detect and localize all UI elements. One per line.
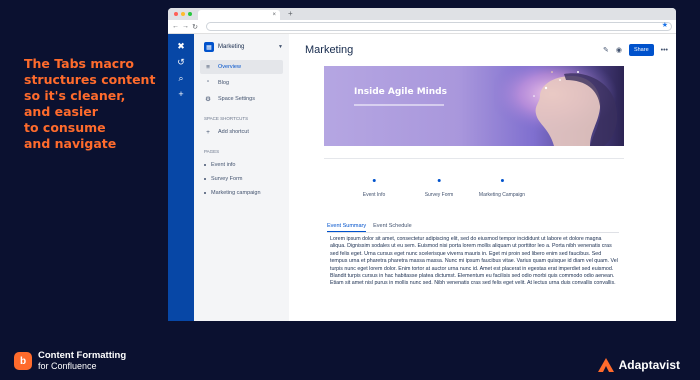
page-link-label: Event info xyxy=(211,162,236,168)
step-marketing-campaign[interactable]: Marketing Campaign xyxy=(479,179,525,198)
bullet-icon xyxy=(204,192,206,194)
sidebar-item-label: Space Settings xyxy=(218,96,255,102)
step-navigation: Event Info Survey Form Marketing Campaig… xyxy=(344,179,604,209)
plus-icon: + xyxy=(206,128,210,136)
headline: The Tabs macro structures content so it'… xyxy=(24,56,164,152)
headline-line: to consume xyxy=(24,120,106,135)
sidebar-item-label: Overview xyxy=(218,64,241,70)
hero-banner: Inside Agile Minds xyxy=(324,66,624,146)
bookmark-star-icon[interactable]: ★ xyxy=(662,21,668,29)
forward-icon[interactable]: → xyxy=(182,23,189,30)
hero-title: Inside Agile Minds xyxy=(354,87,447,97)
watch-eye-icon[interactable]: ◉ xyxy=(616,46,622,54)
shortcuts-header: SPACE SHORTCUTS xyxy=(204,116,249,121)
space-sidebar: ▦ Marketing ▼ ≡ Overview ” Blog ⚙ Space … xyxy=(194,34,289,321)
headline-line: structures content xyxy=(24,72,156,87)
url-input[interactable]: ★ xyxy=(206,22,672,31)
close-window-icon[interactable] xyxy=(174,12,178,16)
quote-icon: ” xyxy=(206,79,210,87)
bullet-icon xyxy=(204,164,206,166)
product-name: Content Formatting xyxy=(38,350,127,361)
maximize-window-icon[interactable] xyxy=(188,12,192,16)
step-dot-icon xyxy=(437,179,441,182)
add-shortcut-button[interactable]: + Add shortcut xyxy=(200,125,283,139)
step-survey-form[interactable]: Survey Form xyxy=(424,179,454,198)
page-content: Marketing ✎ ◉ Share ••• Inside Agile Min… xyxy=(289,34,676,321)
face-illustration xyxy=(494,66,624,146)
page-link-marketing-campaign[interactable]: Marketing campaign xyxy=(200,186,283,200)
browser-tab[interactable]: × xyxy=(198,10,280,20)
page-link-survey-form[interactable]: Survey Form xyxy=(200,172,283,186)
company-brand: Adaptavist xyxy=(597,358,680,372)
confluence-logo-icon[interactable]: ✖ xyxy=(176,42,186,51)
more-actions-icon[interactable]: ••• xyxy=(661,47,668,54)
company-name: Adaptavist xyxy=(618,358,680,372)
new-tab-icon[interactable]: + xyxy=(288,9,293,18)
browser-tab-bar: × + xyxy=(168,8,676,20)
divider xyxy=(324,158,624,159)
pages-header: PAGES xyxy=(204,149,220,154)
sidebar-item-space-settings[interactable]: ⚙ Space Settings xyxy=(200,92,283,106)
step-label: Event Info xyxy=(362,192,386,198)
close-tab-icon[interactable]: × xyxy=(272,12,276,18)
overview-icon: ≡ xyxy=(206,63,210,71)
product-logo-icon: b xyxy=(14,352,32,370)
share-button[interactable]: Share xyxy=(628,44,654,56)
step-label: Marketing Campaign xyxy=(478,192,526,198)
step-dot-icon xyxy=(500,179,504,182)
recent-icon[interactable]: ↺ xyxy=(176,58,186,67)
reload-icon[interactable]: ↻ xyxy=(192,23,198,31)
space-name: Marketing xyxy=(218,44,245,50)
headline-line: The Tabs macro xyxy=(24,56,134,71)
step-dot-icon xyxy=(372,179,376,182)
sidebar-item-label: Blog xyxy=(218,80,230,86)
add-shortcut-label: Add shortcut xyxy=(218,129,249,135)
space-switcher[interactable]: ▦ Marketing ▼ xyxy=(204,42,283,52)
minimize-window-icon[interactable] xyxy=(181,12,185,16)
page-toolbar: ✎ ◉ Share ••• xyxy=(603,44,668,56)
product-brand: b Content Formatting for Confluence xyxy=(14,350,126,372)
chevron-down-icon[interactable]: ▼ xyxy=(278,44,283,50)
page-link-event-info[interactable]: Event info xyxy=(200,158,283,172)
address-bar: ← → ↻ ★ xyxy=(168,20,676,34)
headline-line: and navigate xyxy=(24,136,117,151)
create-icon[interactable]: + xyxy=(176,90,186,99)
step-event-info[interactable]: Event Info xyxy=(362,179,386,198)
tab-event-schedule[interactable]: Event Schedule xyxy=(373,223,412,232)
tab-body-text: Lorem ipsum dolor sit amet, consectetur … xyxy=(330,236,618,287)
bullet-icon xyxy=(204,178,206,180)
space-folder-icon: ▦ xyxy=(204,42,214,52)
headline-line: so it's cleaner, xyxy=(24,88,126,103)
sidebar-item-blog[interactable]: ” Blog xyxy=(200,76,283,90)
page-link-label: Marketing campaign xyxy=(211,190,261,196)
back-icon[interactable]: ← xyxy=(172,23,179,30)
global-nav-rail: ✖ ↺ ⌕ + xyxy=(168,34,194,321)
tab-event-summary[interactable]: Event Summary xyxy=(327,223,367,232)
hero-subtitle-line xyxy=(354,104,444,106)
confluence-app: ✖ ↺ ⌕ + ▦ Marketing ▼ ≡ Overview ” Blog … xyxy=(168,34,676,321)
product-subtitle: for Confluence xyxy=(38,361,97,371)
tab-divider xyxy=(327,232,619,233)
search-icon[interactable]: ⌕ xyxy=(176,74,186,83)
content-tabs: Event Summary Event Schedule xyxy=(327,223,412,232)
gear-icon: ⚙ xyxy=(205,96,211,103)
page-title: Marketing xyxy=(305,44,354,56)
adaptavist-logo-icon xyxy=(597,358,614,372)
sidebar-item-overview[interactable]: ≡ Overview xyxy=(200,60,283,74)
browser-window: × + ← → ↻ ★ ✖ ↺ ⌕ + ▦ Marketing ▼ ≡ Over… xyxy=(168,8,676,321)
page-link-label: Survey Form xyxy=(211,176,243,182)
headline-line: and easier xyxy=(24,104,98,119)
edit-pencil-icon[interactable]: ✎ xyxy=(603,46,609,54)
step-label: Survey Form xyxy=(424,192,454,198)
